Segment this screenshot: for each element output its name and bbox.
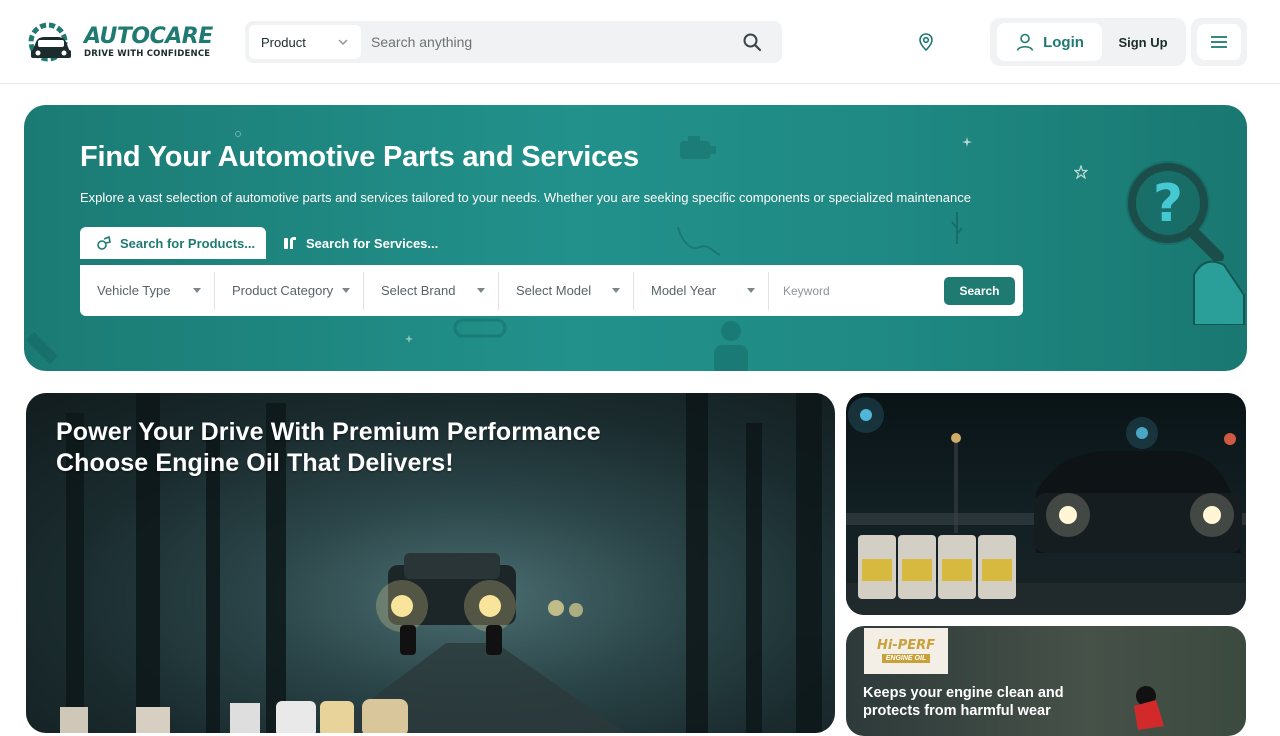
hi-perf-tagline-line1: Keeps your engine clean and [863,685,1064,701]
site-logo[interactable]: AUTOCARE DRIVE WITH CONFIDENCE [26,22,216,62]
sparkle-icon [405,335,413,343]
night-car-with-oil-bottles-photo [846,397,1246,615]
auth-group: Login Sign Up [990,18,1186,66]
vehicle-type-select[interactable]: Vehicle Type [80,271,215,310]
hi-perf-tagline-line2: protects from harmful wear [863,703,1051,719]
engine-doodle-icon [680,136,716,159]
login-label: Login [1043,33,1084,51]
hi-perf-brand: Hi-PERF [876,638,936,653]
caret-down-icon [477,288,485,293]
belt-doodle-icon [453,318,507,338]
sparkle-icon [235,131,241,137]
hero-subtitle: Explore a vast selection of automotive p… [80,190,971,205]
promo-headline-line2: Choose Engine Oil That Delivers! [56,449,454,477]
location-pin-icon[interactable] [916,32,936,52]
star-doodle-icon [1074,165,1088,179]
sparkle-icon [962,137,972,147]
model-year-label: Model Year [651,283,717,298]
promo-headline-line1: Power Your Drive With Premium Performanc… [56,418,601,446]
tab-services-label: Search for Services... [306,235,439,251]
product-filter-bar: Vehicle Type Product Category Select Bra… [80,265,1023,316]
model-select[interactable]: Select Model [499,271,634,310]
service-tools-icon [284,237,296,249]
search-icon[interactable] [742,32,762,52]
hi-perf-logo: Hi-PERF ENGINE OIL [864,628,948,674]
wrench-doodle-icon [26,332,58,364]
site-header: AUTOCARE DRIVE WITH CONFIDENCE Product L… [0,0,1280,84]
search-input[interactable] [361,21,742,63]
menu-group [1191,18,1247,66]
tab-search-products[interactable]: Search for Products... [80,227,266,259]
brand-label: Select Brand [381,283,456,298]
global-search: Product [245,21,782,63]
caret-down-icon [193,288,201,293]
logo-tagline: DRIVE WITH CONFIDENCE [84,48,211,59]
caret-down-icon [747,288,755,293]
tab-products-label: Search for Products... [120,235,256,251]
vehicle-type-label: Vehicle Type [97,283,171,298]
logo-name: AUTOCARE [84,23,213,49]
hero-title: Find Your Automotive Parts and Services [80,141,639,173]
hi-perf-tagline: Keeps your engine clean and protects fro… [863,684,1064,720]
caret-down-icon [342,288,350,293]
login-button[interactable]: Login [997,23,1102,61]
hero-search-panel: ? Find Your Automotive Parts and Service… [24,105,1247,371]
mechanic-doodle-icon [714,321,748,371]
hamburger-icon [1211,36,1227,48]
keyword-input[interactable] [769,271,944,310]
model-year-select[interactable]: Model Year [634,271,769,310]
hi-perf-tag: ENGINE OIL [881,654,931,663]
night-car-oil-banner[interactable] [846,393,1246,615]
search-category-select[interactable]: Product [249,25,361,59]
chevron-down-icon [338,39,348,45]
hero-search-button[interactable]: Search [944,276,1015,305]
user-icon [1016,33,1034,51]
leaf-doodle-icon [951,212,963,244]
search-category-value: Product [261,34,306,50]
hand-doodle-icon [1193,260,1245,325]
engine-oil-promo-banner[interactable]: Power Your Drive With Premium Performanc… [26,393,835,733]
promo-headline: Power Your Drive With Premium Performanc… [56,417,601,479]
model-label: Select Model [516,283,592,298]
car-part-icon [97,235,111,250]
product-category-label: Product Category [232,283,334,298]
car-gear-logo-icon [28,22,71,62]
signup-button[interactable]: Sign Up [1108,23,1178,61]
wave-doodle-icon [677,226,721,256]
brand-select[interactable]: Select Brand [364,271,499,310]
tab-search-services[interactable]: Search for Services... [282,227,438,259]
product-category-select[interactable]: Product Category [215,271,364,310]
caret-down-icon [612,288,620,293]
svg-text:?: ? [1153,174,1183,234]
hamburger-menu-button[interactable] [1197,24,1241,60]
